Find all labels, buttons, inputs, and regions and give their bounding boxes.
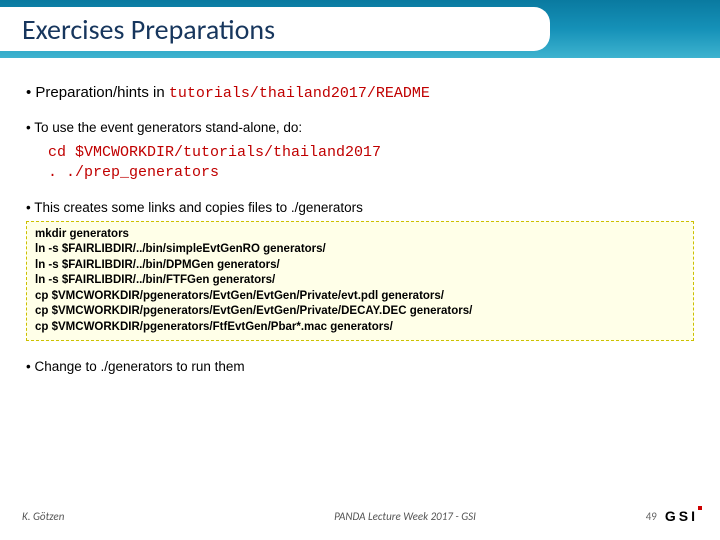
footer-author: K. Götzen <box>22 510 222 523</box>
code-block-2: mkdir generators ln -s $FAIRLIBDIR/../bi… <box>26 221 694 342</box>
bullet-3: • This creates some links and copies fil… <box>26 200 694 215</box>
bullet-1-text: • Preparation/hints in <box>26 84 169 101</box>
bullet-1-path: tutorials/thailand2017/README <box>169 85 430 102</box>
page-number: 49 <box>646 510 657 523</box>
footer-center: PANDA Lecture Week 2017 - GSI <box>222 510 588 523</box>
gsi-logo: GSI <box>665 508 698 524</box>
bullet-4: • Change to ./generators to run them <box>26 359 694 374</box>
slide-title: Exercises Preparations <box>22 12 275 47</box>
bullet-2: • To use the event generators stand-alon… <box>26 120 694 135</box>
slide-header: Exercises Preparations <box>0 0 720 58</box>
bullet-1: • Preparation/hints in tutorials/thailan… <box>26 84 694 102</box>
title-box: Exercises Preparations <box>0 7 550 51</box>
code-block-1: cd $VMCWORKDIR/tutorials/thailand2017 . … <box>48 143 694 184</box>
slide-content: • Preparation/hints in tutorials/thailan… <box>0 58 720 374</box>
footer-right: 49 GSI <box>588 508 698 524</box>
slide-footer: K. Götzen PANDA Lecture Week 2017 - GSI … <box>0 508 720 524</box>
